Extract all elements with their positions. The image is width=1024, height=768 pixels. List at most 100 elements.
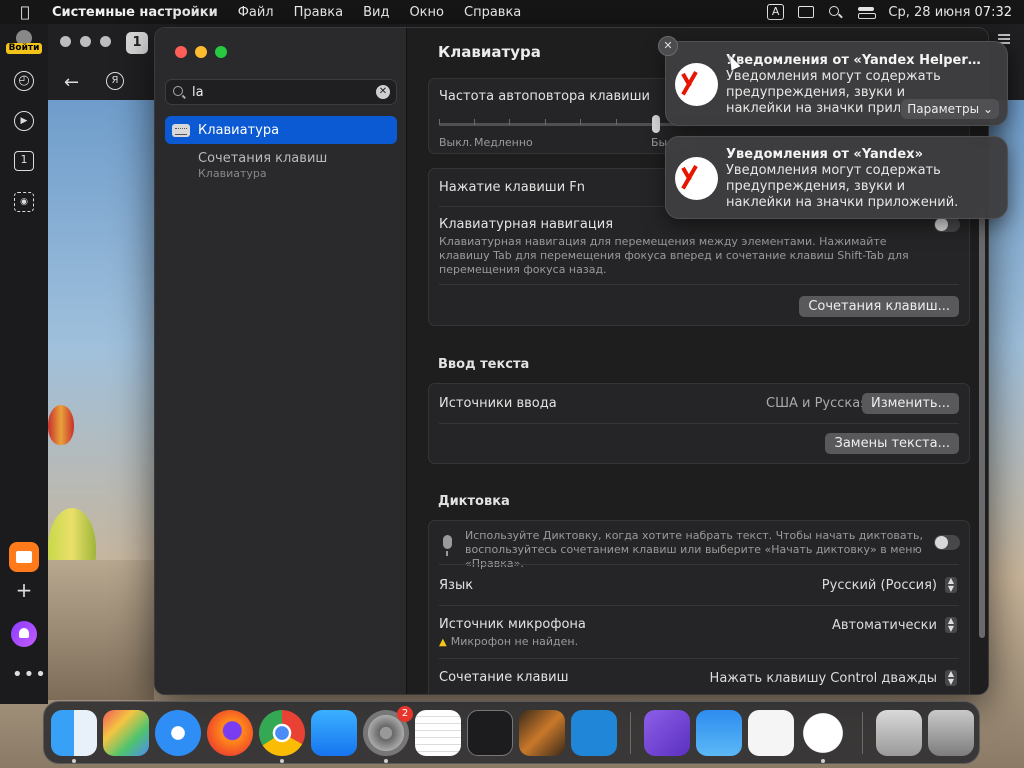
minimize-window-button[interactable]: [195, 46, 207, 58]
notification-body: Уведомления могут содержать предупрежден…: [726, 163, 959, 210]
notification-options-button[interactable]: Параметры ⌄: [901, 99, 999, 119]
apple-menu-icon[interactable]: : [10, 3, 40, 21]
balloon-image: [48, 405, 74, 445]
divider: [439, 605, 959, 606]
text-input-section-title: Ввод текста: [438, 357, 530, 372]
search-icon: [173, 86, 183, 96]
menu-file[interactable]: Файл: [228, 5, 284, 20]
screenshot-icon[interactable]: ◉: [14, 192, 34, 212]
close-window-button[interactable]: [175, 46, 187, 58]
dock-separator: [862, 712, 863, 754]
content-scrollbar[interactable]: [979, 208, 985, 638]
sidebar-item-shortcuts[interactable]: Сочетания клавиш Клавиатура: [198, 151, 327, 180]
menu-app-name[interactable]: Системные настройки: [40, 5, 228, 20]
login-label: Войти: [6, 43, 42, 54]
yandex-logo-icon: [675, 63, 718, 106]
menu-bar:  Системные настройки Файл Правка Вид Ок…: [0, 0, 1024, 24]
settings-search[interactable]: ✕: [165, 79, 397, 105]
close-notifications-icon[interactable]: ✕: [658, 36, 678, 56]
shortcut-popup[interactable]: Нажать клавишу Control дважды ▲ ▼: [710, 670, 957, 686]
control-center-icon[interactable]: [858, 6, 877, 19]
app-store-icon[interactable]: [311, 710, 357, 756]
landscape-image: [48, 560, 154, 700]
close-dot[interactable]: [60, 36, 71, 47]
play-icon[interactable]: ▶: [14, 111, 34, 131]
text-replacements-button[interactable]: Замены текста...: [825, 433, 959, 454]
menu-view[interactable]: Вид: [353, 5, 399, 20]
change-input-sources-button[interactable]: Изменить...: [861, 393, 959, 414]
safari-icon[interactable]: [155, 710, 201, 756]
firefox-icon[interactable]: [207, 710, 253, 756]
language-label: Язык: [439, 578, 474, 593]
window-switch-icon[interactable]: [798, 6, 815, 18]
mic-source-label: Источник микрофона: [439, 617, 586, 632]
key-repeat-label: Частота автоповтора клавиши: [439, 89, 650, 104]
mail-icon[interactable]: [9, 542, 39, 572]
keyboard-shortcuts-button[interactable]: Сочетания клавиш...: [799, 296, 959, 317]
slider-tick: [580, 119, 581, 125]
minimize-dot[interactable]: [80, 36, 91, 47]
clear-search-icon[interactable]: ✕: [376, 85, 390, 99]
notification-yandex[interactable]: Уведомления от «Yandex» Уведомления могу…: [665, 136, 1008, 219]
garageband-icon[interactable]: [519, 710, 565, 756]
back-arrow-icon[interactable]: ←: [64, 72, 79, 93]
menu-clock[interactable]: Ср, 28 июня 07:32: [888, 5, 1012, 20]
mic-warning: ▲ Микрофон не найден.: [439, 635, 578, 650]
trash-icon[interactable]: [928, 710, 974, 756]
dictation-card: Используйте Диктовку, когда хотите набра…: [428, 520, 970, 694]
login-button[interactable]: Войти: [6, 30, 42, 56]
tab-count-button[interactable]: 1: [126, 32, 148, 54]
more-icon[interactable]: •••: [12, 664, 47, 685]
notification-yandex-helper[interactable]: Уведомления от «Yandex Helper… Уведомлен…: [665, 41, 1008, 126]
chrome-icon[interactable]: [259, 710, 305, 756]
vscode-icon[interactable]: [571, 710, 617, 756]
downloads-icon[interactable]: [876, 710, 922, 756]
slider-label-slow: Медленно: [474, 136, 533, 149]
textedit-icon[interactable]: [415, 710, 461, 756]
add-icon[interactable]: +: [14, 580, 34, 600]
zoom-window-button[interactable]: [215, 46, 227, 58]
system-settings-icon[interactable]: 2: [363, 706, 413, 756]
terminal-icon[interactable]: [467, 710, 513, 756]
keyboard-nav-toggle[interactable]: [934, 217, 960, 232]
updown-chevron-icon: ▲ ▼: [945, 577, 957, 593]
spotlight-search-icon[interactable]: [828, 6, 844, 18]
slider-label-off: Выкл.: [439, 136, 473, 149]
yandex-home-icon[interactable]: Я: [106, 72, 124, 90]
mic-source-popup[interactable]: Автоматически ▲ ▼: [832, 617, 957, 633]
freeform-icon[interactable]: [748, 710, 794, 756]
input-source-indicator[interactable]: A: [766, 4, 785, 20]
visual-studio-icon[interactable]: [644, 710, 690, 756]
text-input-card: Источники ввода США и Русская Изменить..…: [428, 383, 970, 464]
search-input[interactable]: [192, 83, 372, 101]
mic-source-value: Автоматически: [831, 617, 937, 633]
alice-assistant-icon[interactable]: [11, 621, 37, 647]
zoom-dot[interactable]: [100, 36, 111, 47]
divider: [439, 284, 959, 285]
numbered-tab-icon[interactable]: 1: [14, 151, 34, 171]
slider-tick: [509, 119, 510, 125]
slider-tick: [439, 119, 440, 125]
menu-edit[interactable]: Правка: [284, 5, 353, 20]
finder-icon[interactable]: [51, 710, 97, 756]
settings-sidebar: ✕ Клавиатура Сочетания клавиш Клавиатура: [155, 28, 407, 694]
launchpad-icon[interactable]: [103, 710, 149, 756]
dictation-toggle[interactable]: [934, 535, 960, 550]
sidebar-item-label: Клавиатура: [198, 122, 280, 138]
key-repeat-slider-knob[interactable]: [651, 115, 660, 133]
keyboard-icon: [172, 123, 190, 137]
notification-title: Уведомления от «Yandex»: [726, 147, 923, 162]
slider-tick: [616, 119, 617, 125]
weather-icon[interactable]: [696, 710, 742, 756]
notification-title: Уведомления от «Yandex Helper…: [726, 53, 981, 68]
menu-help[interactable]: Справка: [454, 5, 531, 20]
language-value: Русский (Россия): [821, 577, 937, 593]
sidebar-item-keyboard[interactable]: Клавиатура: [165, 116, 397, 144]
divider: [439, 564, 959, 565]
traffic-lights: [175, 46, 227, 58]
history-icon[interactable]: ◴: [14, 71, 34, 91]
menu-window[interactable]: Окно: [399, 5, 454, 20]
language-popup[interactable]: Русский (Россия) ▲ ▼: [822, 577, 957, 593]
options-label: Параметры: [907, 102, 980, 116]
yandex-browser-icon[interactable]: [800, 710, 846, 756]
